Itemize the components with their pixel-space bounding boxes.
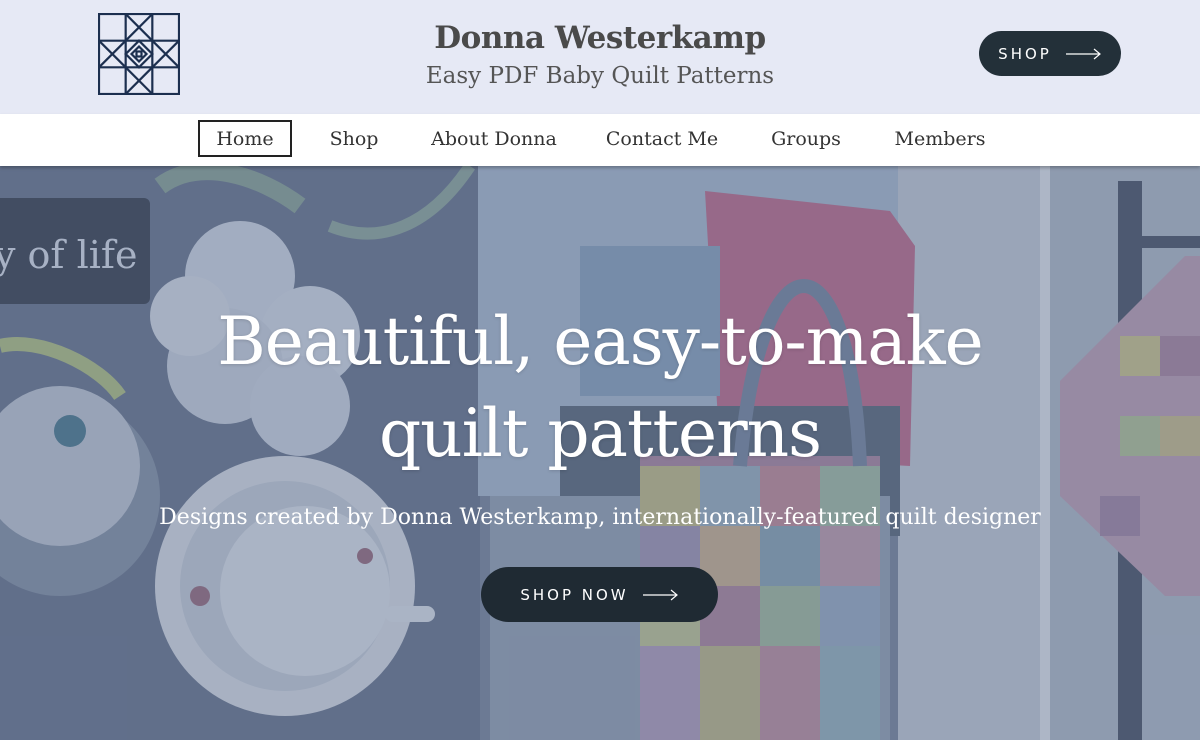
- shop-now-button[interactable]: SHOP NOW: [481, 567, 718, 622]
- main-nav: Home Shop About Donna Contact Me Groups …: [0, 114, 1200, 166]
- arrow-right-icon: [1065, 48, 1101, 59]
- hero-subtitle: Designs created by Donna Westerkamp, int…: [159, 505, 1041, 530]
- nav-item-groups[interactable]: Groups: [762, 120, 850, 157]
- nav-item-members[interactable]: Members: [888, 120, 992, 157]
- quilt-block-logo[interactable]: [98, 13, 180, 95]
- nav-item-about-donna[interactable]: About Donna: [426, 120, 562, 157]
- hero-headline-line-1: Beautiful, easy-to-make: [217, 303, 983, 380]
- header-shop-label: SHOP: [998, 44, 1052, 63]
- hero-section: y of life Beautiful, easy-to-make quilt …: [0, 166, 1200, 740]
- hero-headline-line-2: quilt patterns: [378, 395, 822, 472]
- nav-item-contact-me[interactable]: Contact Me: [600, 120, 724, 157]
- site-header: Donna Westerkamp Easy PDF Baby Quilt Pat…: [0, 0, 1200, 114]
- shop-now-label: SHOP NOW: [520, 585, 629, 604]
- arrow-right-icon: [642, 589, 678, 600]
- nav-item-home[interactable]: Home: [198, 120, 292, 157]
- site-tagline: Easy PDF Baby Quilt Patterns: [425, 63, 775, 89]
- header-shop-button[interactable]: SHOP: [979, 31, 1121, 76]
- hero-headline: Beautiful, easy-to-make quilt patterns: [100, 296, 1100, 480]
- site-title[interactable]: Donna Westerkamp: [350, 18, 850, 58]
- nav-item-shop[interactable]: Shop: [318, 120, 390, 157]
- brand-block: Donna Westerkamp Easy PDF Baby Quilt Pat…: [350, 18, 850, 94]
